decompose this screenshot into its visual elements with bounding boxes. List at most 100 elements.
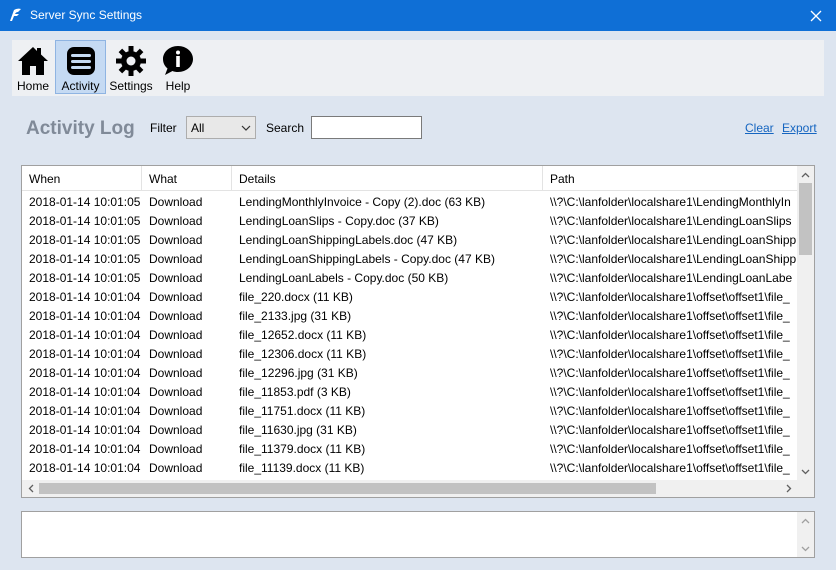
toolbar-activity-label: Activity [61, 79, 100, 93]
activity-icon [66, 47, 95, 75]
table-row[interactable]: 2018-01-14 10:01:04 Download file_220.docx… [22, 287, 797, 306]
cell-when: 2018-01-14 10:01:05 [29, 214, 141, 228]
filter-dropdown[interactable]: All [186, 116, 256, 139]
chevron-left-icon [28, 484, 33, 493]
cell-what: Download [149, 404, 203, 418]
cell-when: 2018-01-14 10:01:04 [29, 290, 141, 304]
table-row[interactable]: 2018-01-14 10:01:05 Download LendingMonthl… [22, 192, 797, 211]
cell-path: \\?\C:\lanfolder\localshare1\LendingLoan… [550, 233, 797, 247]
cell-details: file_12652.docx (11 KB) [239, 328, 367, 342]
cell-when: 2018-01-14 10:01:05 [29, 252, 141, 266]
table-row[interactable]: 2018-01-14 10:01:04 Download file_12306.do… [22, 344, 797, 363]
column-header-details[interactable]: Details [232, 166, 543, 191]
column-header-path[interactable]: Path [543, 166, 797, 191]
scroll-up-button[interactable] [797, 166, 814, 183]
log-scroll-down-button[interactable] [797, 540, 814, 557]
cell-what: Download [149, 442, 203, 456]
toolbar-settings-button[interactable]: Settings [108, 40, 154, 94]
window-title: Server Sync Settings [30, 8, 143, 22]
log-output-box[interactable] [21, 511, 815, 558]
cell-when: 2018-01-14 10:01:04 [29, 423, 141, 437]
cell-details: file_12296.jpg (31 KB) [239, 366, 358, 380]
cell-when: 2018-01-14 10:01:04 [29, 442, 141, 456]
cell-when: 2018-01-14 10:01:04 [29, 461, 141, 475]
table-row[interactable]: 2018-01-14 10:01:05 Download LendingLoanSh… [22, 249, 797, 268]
scroll-right-button[interactable] [780, 480, 797, 497]
cell-details: file_220.docx (11 KB) [239, 290, 353, 304]
vertical-scrollbar[interactable] [797, 166, 814, 480]
cell-what: Download [149, 233, 203, 247]
chevron-down-icon [801, 546, 810, 551]
cell-details: LendingLoanShippingLabels - Copy.doc (47… [239, 252, 495, 266]
toolbar-settings-label: Settings [109, 79, 153, 93]
table-row[interactable]: 2018-01-14 10:01:04 Download file_12652.do… [22, 325, 797, 344]
table-row[interactable]: 2018-01-14 10:01:04 Download file_11379.do… [22, 439, 797, 458]
app-icon [10, 8, 21, 21]
chevron-down-icon [241, 125, 251, 131]
table-row[interactable]: 2018-01-14 10:01:04 Download file_12296.jp… [22, 363, 797, 382]
toolbar-home-button[interactable]: Home [12, 40, 54, 94]
table-row[interactable]: 2018-01-14 10:01:05 Download LendingLoanSl… [22, 211, 797, 230]
cell-when: 2018-01-14 10:01:05 [29, 195, 141, 209]
cell-what: Download [149, 328, 203, 342]
activity-controls: Activity Log Filter All Search Clear Exp… [0, 112, 836, 144]
cell-details: LendingLoanSlips - Copy.doc (37 KB) [239, 214, 439, 228]
toolbar-activity-button[interactable]: Activity [55, 40, 106, 94]
toolbar-help-label: Help [165, 79, 191, 93]
toolbar-home-label: Home [16, 79, 49, 93]
cell-details: LendingLoanLabels - Copy.doc (50 KB) [239, 271, 449, 285]
cell-path: \\?\C:\lanfolder\localshare1\LendingLoan… [550, 252, 797, 266]
cell-what: Download [149, 271, 203, 285]
activity-table[interactable]: When What Details Path 2018-01-14 10:01:… [21, 165, 815, 498]
log-scroll-up-button[interactable] [797, 512, 814, 529]
cell-what: Download [149, 385, 203, 399]
cell-path: \\?\C:\lanfolder\localshare1\LendingLoan… [550, 214, 792, 228]
log-vertical-scrollbar[interactable] [797, 512, 814, 557]
table-row[interactable]: 2018-01-14 10:01:04 Download file_11853.pd… [22, 382, 797, 401]
cell-path: \\?\C:\lanfolder\localshare1\offset\offs… [550, 461, 790, 475]
cell-when: 2018-01-14 10:01:04 [29, 309, 141, 323]
cell-when: 2018-01-14 10:01:04 [29, 366, 141, 380]
cell-details: file_12306.docx (11 KB) [239, 347, 367, 361]
clear-link[interactable]: Clear [745, 121, 774, 135]
vertical-scroll-thumb[interactable] [799, 183, 812, 255]
cell-details: file_11853.pdf (3 KB) [239, 385, 351, 399]
cell-details: file_11630.jpg (31 KB) [239, 423, 357, 437]
cell-path: \\?\C:\lanfolder\localshare1\offset\offs… [550, 423, 790, 437]
table-row[interactable]: 2018-01-14 10:01:05 Download LendingLoanLa… [22, 268, 797, 287]
search-input[interactable] [311, 116, 422, 139]
close-button[interactable] [796, 0, 836, 31]
column-header-what[interactable]: What [142, 166, 232, 191]
chevron-up-icon [801, 172, 810, 177]
table-row[interactable]: 2018-01-14 10:01:04 Download file_11751.do… [22, 401, 797, 420]
cell-what: Download [149, 423, 203, 437]
table-row[interactable]: 2018-01-14 10:01:04 Download file_2133.jpg… [22, 306, 797, 325]
horizontal-scroll-thumb[interactable] [39, 483, 656, 494]
cell-details: file_11379.docx (11 KB) [239, 442, 366, 456]
column-header-when[interactable]: When [22, 166, 142, 191]
info-icon [163, 46, 193, 75]
scroll-left-button[interactable] [22, 480, 39, 497]
chevron-down-icon [801, 469, 810, 474]
search-label: Search [266, 121, 305, 135]
cell-what: Download [149, 195, 203, 209]
export-link[interactable]: Export [782, 121, 817, 135]
table-row[interactable]: 2018-01-14 10:01:04 Download file_11139.do… [22, 458, 797, 477]
cell-when: 2018-01-14 10:01:05 [29, 233, 141, 247]
table-row[interactable]: 2018-01-14 10:01:04 Download file_11630.jp… [22, 420, 797, 439]
cell-when: 2018-01-14 10:01:04 [29, 347, 141, 361]
scroll-down-button[interactable] [797, 463, 814, 480]
gear-icon [116, 46, 146, 76]
cell-what: Download [149, 290, 203, 304]
cell-what: Download [149, 366, 203, 380]
cell-what: Download [149, 347, 203, 361]
table-row[interactable]: 2018-01-14 10:01:05 Download LendingLoanSh… [22, 230, 797, 249]
cell-when: 2018-01-14 10:01:04 [29, 404, 141, 418]
filter-label: Filter [150, 121, 177, 135]
page-title: Activity Log [26, 118, 135, 139]
toolbar-help-button[interactable]: Help [156, 40, 200, 94]
cell-path: \\?\C:\lanfolder\localshare1\offset\offs… [550, 404, 790, 418]
filter-dropdown-value: All [191, 121, 205, 135]
table-body: 2018-01-14 10:01:05 Download LendingMonthl… [22, 192, 797, 477]
horizontal-scrollbar[interactable] [22, 480, 797, 497]
